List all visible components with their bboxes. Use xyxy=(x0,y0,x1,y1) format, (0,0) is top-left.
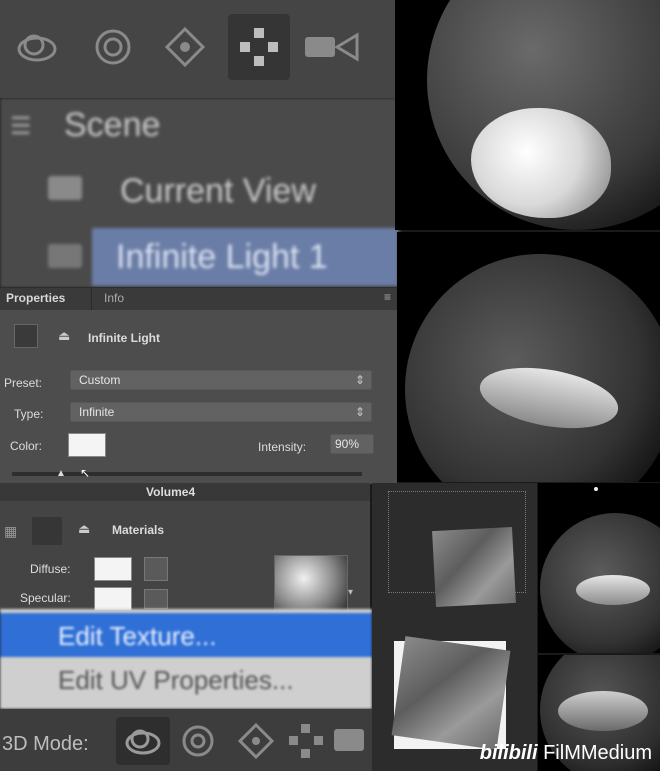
intensity-label: Intensity: xyxy=(258,440,307,454)
scene-item-current-view[interactable]: Current View xyxy=(0,162,400,222)
intensity-field[interactable]: 90% xyxy=(330,434,374,454)
color-label: Color: xyxy=(10,439,43,453)
preset-select[interactable]: Custom ⇕ xyxy=(70,370,372,390)
menu-item-edit-texture[interactable]: Edit Texture... xyxy=(0,613,372,657)
scale-3d-icon[interactable] xyxy=(300,14,362,80)
light-type-icon xyxy=(14,324,38,348)
preset-label: Preset: xyxy=(4,376,43,390)
drag-3d-icon[interactable] xyxy=(154,14,216,80)
tab-properties[interactable]: Properties xyxy=(6,291,65,305)
menu-item-edit-uv[interactable]: Edit UV Properties... xyxy=(0,659,372,703)
preset-value: Custom xyxy=(79,373,121,387)
light-marker xyxy=(594,487,598,491)
panel-menu-icon[interactable]: ≡ xyxy=(384,290,391,304)
slider-thumb[interactable]: ▲ xyxy=(56,468,66,479)
texture-preview-small[interactable] xyxy=(432,526,516,608)
material-icon[interactable] xyxy=(32,517,62,545)
watermark-text: FilMMedium xyxy=(543,742,652,764)
specular-label: Specular: xyxy=(20,591,71,605)
light-icon xyxy=(48,244,82,268)
texture-context-menu: Edit Texture... Edit UV Properties... xyxy=(0,609,372,709)
3d-mode-bar: 3D Mode: xyxy=(0,709,372,771)
chevron-updown-icon: ⇕ xyxy=(354,373,365,387)
slide-3d-icon[interactable] xyxy=(228,14,290,80)
asteroid-shape xyxy=(576,575,650,605)
materials-title: Materials xyxy=(112,523,165,537)
properties-panel: Properties Info ≡ ⏏ Infinite Light Prese… xyxy=(0,287,397,484)
tab-info[interactable]: Info xyxy=(104,291,124,305)
materials-panel: Volume4 ▦ ⏏ Materials Diffuse: Specular:… xyxy=(0,483,370,613)
mode-label: 3D Mode: xyxy=(2,733,89,755)
mesh-icon: ⏏ xyxy=(78,521,91,536)
volume-header: Volume4 xyxy=(0,483,370,501)
uv-texture-panel xyxy=(372,483,537,771)
light-color-swatch[interactable] xyxy=(68,433,106,457)
diffuse-swatch[interactable] xyxy=(94,557,132,581)
asteroid-shape xyxy=(558,691,648,731)
specular-swatch[interactable] xyxy=(94,587,132,611)
roll-3d-icon[interactable] xyxy=(178,721,218,766)
diffuse-texture-button[interactable] xyxy=(144,557,168,581)
camera-icon xyxy=(48,176,82,200)
chevron-down-icon[interactable]: ▾ xyxy=(348,587,353,598)
chevron-updown-icon: ⇕ xyxy=(354,405,365,419)
render-view-3 xyxy=(538,483,660,653)
filter-icon[interactable]: ▦ xyxy=(4,523,17,540)
watermark-brand: bilibili xyxy=(479,742,538,764)
watermark: bilibili FilMMedium xyxy=(480,742,652,765)
3d-toolbar xyxy=(0,0,395,98)
volume-title: Volume4 xyxy=(146,485,196,499)
roll-3d-icon[interactable] xyxy=(82,14,144,80)
render-view-1 xyxy=(395,0,660,230)
render-view-2 xyxy=(397,232,660,482)
intensity-value: 90% xyxy=(335,437,360,451)
specular-texture-button[interactable] xyxy=(144,589,168,609)
scene-root-label: Scene xyxy=(64,106,161,144)
scene-panel: ☰ Scene Current View Infinite Light 1 xyxy=(0,98,400,288)
scene-icon: ☰ xyxy=(10,113,32,140)
scene-item-infinite-light[interactable]: Infinite Light 1 xyxy=(0,224,400,286)
slide-3d-icon[interactable] xyxy=(286,721,326,766)
properties-tabbar: Properties Info ≡ xyxy=(0,288,397,310)
cursor-icon: ↖ xyxy=(80,466,91,480)
drag-3d-icon[interactable] xyxy=(236,721,276,766)
scene-item-label: Current View xyxy=(120,172,316,210)
texture-preview-large[interactable] xyxy=(391,636,511,750)
scene-item-label: Infinite Light 1 xyxy=(116,238,328,276)
type-value: Infinite xyxy=(79,405,115,419)
scene-root-row[interactable]: ☰ Scene xyxy=(0,102,400,152)
tab-divider xyxy=(91,288,92,310)
type-label: Type: xyxy=(14,407,44,421)
orbit-3d-icon[interactable] xyxy=(116,717,170,765)
mesh-icon: ⏏ xyxy=(58,328,71,343)
orbit-3d-icon[interactable] xyxy=(6,14,68,80)
diffuse-label: Diffuse: xyxy=(30,562,71,576)
type-select[interactable]: Infinite ⇕ xyxy=(70,402,372,422)
menu-item-label: Edit Texture... xyxy=(58,621,217,651)
scale-3d-icon[interactable] xyxy=(334,729,364,751)
properties-header-title: Infinite Light xyxy=(88,331,160,345)
material-preview-thumbnail[interactable] xyxy=(274,555,348,613)
menu-item-label: Edit UV Properties... xyxy=(58,665,294,695)
